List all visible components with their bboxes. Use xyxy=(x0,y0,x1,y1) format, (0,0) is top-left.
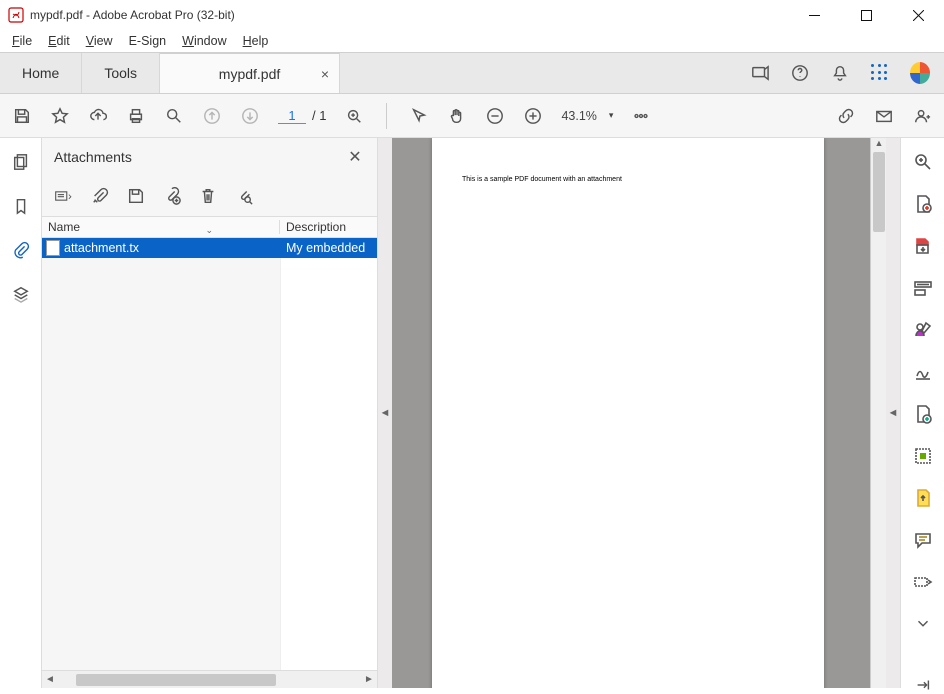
left-nav-rail xyxy=(0,138,42,688)
scroll-thumb[interactable] xyxy=(76,674,276,686)
tab-document[interactable]: mypdf.pdf × xyxy=(160,53,340,93)
close-panel-icon[interactable]: ✕ xyxy=(345,147,365,167)
tab-tools[interactable]: Tools xyxy=(82,53,160,93)
next-page-icon[interactable] xyxy=(240,106,260,126)
attachments-toolbar xyxy=(42,176,377,216)
attachment-row[interactable]: attachment.tx My embedded xyxy=(42,238,377,258)
collapse-left-panel-handle[interactable]: ◄ xyxy=(378,138,392,688)
menubar: File Edit View E-Sign Window Help xyxy=(0,30,944,52)
options-icon[interactable] xyxy=(54,186,74,206)
zoom-out-icon[interactable] xyxy=(485,106,505,126)
chevron-down-icon: ▾ xyxy=(609,110,614,121)
more-icon[interactable] xyxy=(631,106,651,126)
attachment-description: My embedded xyxy=(280,241,377,255)
scroll-thumb-vertical[interactable] xyxy=(873,152,885,232)
horizontal-scrollbar[interactable]: ◄ ► xyxy=(42,670,377,688)
fill-sign-icon[interactable] xyxy=(913,362,933,382)
avatar-icon[interactable] xyxy=(910,63,930,83)
collapse-right-panel-handle[interactable]: ◄ xyxy=(886,138,900,688)
zoom-in-icon[interactable] xyxy=(523,106,543,126)
add-user-icon[interactable] xyxy=(912,106,932,126)
pages-thumbnails-icon[interactable] xyxy=(11,152,31,172)
link-icon[interactable] xyxy=(836,106,856,126)
expand-rail-icon[interactable] xyxy=(913,676,933,694)
scroll-right-icon[interactable]: ► xyxy=(361,674,377,685)
export-pdf-icon[interactable] xyxy=(913,236,933,256)
document-text: This is a sample PDF document with an at… xyxy=(432,138,824,221)
menu-window[interactable]: Window xyxy=(176,32,232,50)
main-toolbar: / 1 43.1% ▾ xyxy=(0,94,944,138)
comment-icon[interactable] xyxy=(913,530,933,550)
attachments-panel: Attachments ✕ Name ⌄ Description attachm… xyxy=(42,138,378,688)
titlebar: mypdf.pdf - Adobe Acrobat Pro (32-bit) xyxy=(0,0,944,30)
column-description[interactable]: Description xyxy=(280,220,377,234)
print-icon[interactable] xyxy=(126,106,146,126)
zoom-level-label: 43.1% xyxy=(561,109,596,123)
scroll-left-icon[interactable]: ◄ xyxy=(42,674,58,685)
star-icon[interactable] xyxy=(50,106,70,126)
menu-esign[interactable]: E-Sign xyxy=(123,32,173,50)
attachments-panel-title: Attachments xyxy=(54,149,132,165)
menu-edit[interactable]: Edit xyxy=(42,32,76,50)
window-title: mypdf.pdf - Adobe Acrobat Pro (32-bit) xyxy=(30,8,800,22)
help-icon[interactable] xyxy=(790,63,810,83)
save-icon[interactable] xyxy=(12,106,32,126)
tab-document-label: mypdf.pdf xyxy=(219,66,280,82)
hand-icon[interactable] xyxy=(447,106,467,126)
attachment-name: attachment.tx xyxy=(64,241,139,255)
bookmarks-icon[interactable] xyxy=(11,196,31,216)
tab-row: Home Tools mypdf.pdf × xyxy=(0,52,944,94)
column-name[interactable]: Name ⌄ xyxy=(42,220,280,234)
zoom-level-dropdown[interactable]: 43.1% ▾ xyxy=(561,109,613,123)
page-total-label: / 1 xyxy=(312,108,326,123)
search-tool-icon[interactable] xyxy=(913,152,933,172)
pdf-page: This is a sample PDF document with an at… xyxy=(432,138,824,688)
document-view[interactable]: This is a sample PDF document with an at… xyxy=(392,138,886,688)
sort-caret-icon: ⌄ xyxy=(205,225,213,236)
more-tools-icon[interactable] xyxy=(913,572,933,592)
open-attachment-icon[interactable] xyxy=(90,186,110,206)
search-icon[interactable] xyxy=(164,106,184,126)
sign-icon[interactable] xyxy=(913,320,933,340)
right-tool-rail xyxy=(900,138,944,688)
attachments-table-header: Name ⌄ Description xyxy=(42,216,377,238)
menu-help[interactable]: Help xyxy=(237,32,275,50)
chevron-down-rail-icon[interactable] xyxy=(913,614,933,632)
close-tab-icon[interactable]: × xyxy=(321,66,329,82)
vertical-scrollbar[interactable]: ▲ xyxy=(870,138,886,688)
compress-icon[interactable] xyxy=(913,446,933,466)
add-attachment-icon[interactable] xyxy=(162,186,182,206)
page-number-input[interactable] xyxy=(278,108,306,124)
cloud-upload-icon[interactable] xyxy=(88,106,108,126)
close-window-button[interactable] xyxy=(904,5,932,25)
acrobat-icon xyxy=(8,7,24,23)
delete-attachment-icon[interactable] xyxy=(198,186,218,206)
apps-grid-icon[interactable] xyxy=(870,63,890,83)
tab-home[interactable]: Home xyxy=(0,53,82,93)
menu-file[interactable]: File xyxy=(6,32,38,50)
attachments-table-body: attachment.tx My embedded xyxy=(42,238,377,670)
organize-pages-icon[interactable] xyxy=(913,404,933,424)
screen-share-icon[interactable] xyxy=(750,63,770,83)
prev-page-icon[interactable] xyxy=(202,106,222,126)
layers-icon[interactable] xyxy=(11,284,31,304)
page-indicator: / 1 xyxy=(278,108,326,124)
file-icon xyxy=(46,240,60,256)
edit-pdf-icon[interactable] xyxy=(913,278,933,298)
save-attachment-icon[interactable] xyxy=(126,186,146,206)
search-attachment-icon[interactable] xyxy=(234,186,254,206)
menu-view[interactable]: View xyxy=(80,32,119,50)
mail-icon[interactable] xyxy=(874,106,894,126)
create-pdf-icon[interactable] xyxy=(913,194,933,214)
attachments-icon[interactable] xyxy=(11,240,31,260)
select-arrow-icon[interactable] xyxy=(409,106,429,126)
maximize-button[interactable] xyxy=(852,5,880,25)
fit-page-icon[interactable] xyxy=(344,106,364,126)
bell-icon[interactable] xyxy=(830,63,850,83)
minimize-button[interactable] xyxy=(800,5,828,25)
redact-icon[interactable] xyxy=(913,488,933,508)
scroll-up-icon[interactable]: ▲ xyxy=(871,138,886,152)
